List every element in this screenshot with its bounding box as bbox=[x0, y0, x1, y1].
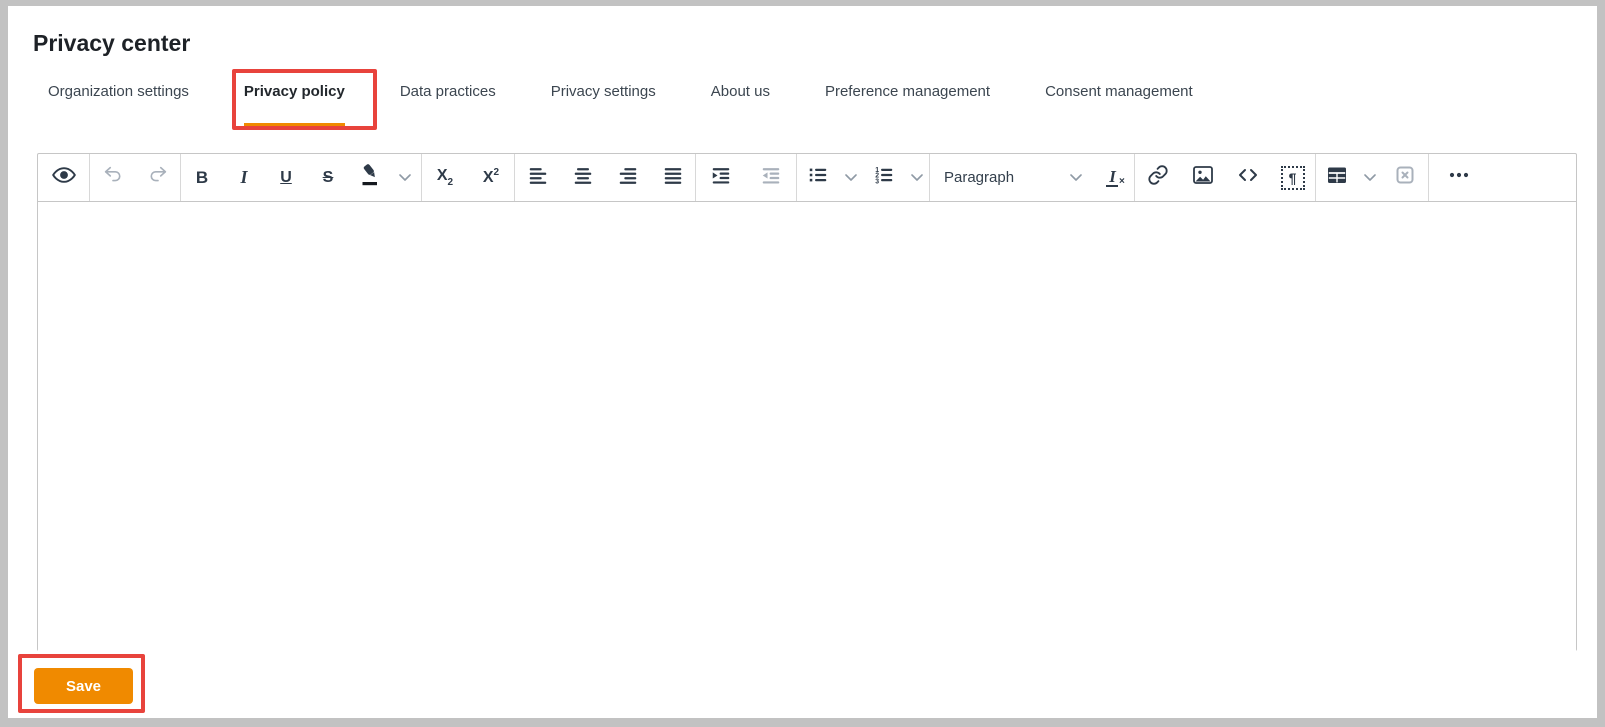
bulleted-list-icon bbox=[807, 164, 829, 191]
eye-icon bbox=[51, 162, 77, 193]
tab-data-practices[interactable]: Data practices bbox=[400, 82, 496, 126]
bulleted-list-button[interactable] bbox=[797, 154, 839, 201]
outdent-icon bbox=[760, 164, 782, 191]
save-button[interactable]: Save bbox=[34, 668, 133, 704]
bold-button[interactable]: B bbox=[181, 154, 223, 201]
align-right-icon bbox=[617, 164, 639, 191]
numbered-list-icon: 123 bbox=[873, 164, 895, 191]
redo-button[interactable] bbox=[135, 154, 180, 201]
italic-button[interactable]: I bbox=[223, 154, 265, 201]
strikethrough-button[interactable]: S bbox=[307, 154, 349, 201]
link-button[interactable] bbox=[1135, 154, 1180, 201]
code-icon bbox=[1236, 163, 1260, 192]
underline-button[interactable]: U bbox=[265, 154, 307, 201]
numbered-list-button[interactable]: 123 bbox=[863, 154, 905, 201]
paragraph-style-dropdown[interactable]: Paragraph bbox=[930, 154, 1090, 201]
remove-table-button[interactable] bbox=[1382, 154, 1428, 201]
tab-preference-management[interactable]: Preference management bbox=[825, 82, 990, 126]
insert-image-button[interactable] bbox=[1180, 154, 1225, 201]
underline-icon: U bbox=[280, 168, 292, 186]
subscript-icon: X2 bbox=[436, 167, 454, 188]
indent-button[interactable] bbox=[696, 154, 746, 201]
highlight-button[interactable] bbox=[349, 154, 393, 201]
justify-icon bbox=[662, 164, 684, 191]
paragraph-style-label: Paragraph bbox=[944, 169, 1015, 186]
remove-format-button[interactable]: I × bbox=[1090, 154, 1134, 201]
outdent-button[interactable] bbox=[746, 154, 796, 201]
link-icon bbox=[1147, 164, 1169, 191]
more-options-button[interactable] bbox=[1429, 154, 1489, 201]
undo-button[interactable] bbox=[90, 154, 135, 201]
editor-toolbar: B I U S X2 X2 1 2 3 Paragraph I × ¶ bbox=[38, 154, 1576, 202]
html-embed-button[interactable]: ¶ bbox=[1270, 154, 1315, 201]
editor-content-area[interactable] bbox=[38, 202, 1576, 651]
justify-button[interactable] bbox=[650, 154, 695, 201]
rich-text-editor: B I U S X2 X2 1 2 3 Paragraph I × ¶ bbox=[37, 153, 1577, 651]
highlight-dropdown-chevron[interactable] bbox=[393, 154, 417, 201]
align-left-icon bbox=[527, 164, 549, 191]
tab-privacy-policy[interactable]: Privacy policy bbox=[243, 82, 345, 126]
insert-table-button[interactable] bbox=[1316, 154, 1358, 201]
indent-icon bbox=[710, 164, 732, 191]
source-code-button[interactable] bbox=[1225, 154, 1270, 201]
align-right-button[interactable] bbox=[605, 154, 650, 201]
preview-button[interactable] bbox=[38, 154, 89, 201]
remove-cell-icon bbox=[1393, 163, 1417, 192]
align-center-button[interactable] bbox=[560, 154, 605, 201]
table-dropdown-chevron[interactable] bbox=[1358, 154, 1382, 201]
tab-consent-management[interactable]: Consent management bbox=[1045, 82, 1193, 126]
italic-icon: I bbox=[240, 167, 248, 187]
svg-text:3: 3 bbox=[875, 178, 879, 185]
align-left-button[interactable] bbox=[515, 154, 560, 201]
strikethrough-icon: S bbox=[322, 168, 334, 186]
page-title: Privacy center bbox=[33, 30, 191, 56]
ellipsis-icon bbox=[1447, 163, 1471, 192]
html-embed-icon: ¶ bbox=[1280, 165, 1305, 190]
tab-organization-settings[interactable]: Organization settings bbox=[48, 82, 189, 126]
superscript-icon: X2 bbox=[482, 166, 500, 186]
tab-about-us[interactable]: About us bbox=[711, 82, 770, 126]
bulleted-list-dropdown-chevron[interactable] bbox=[839, 154, 863, 201]
subscript-button[interactable]: X2 bbox=[422, 154, 468, 201]
redo-icon bbox=[147, 164, 169, 191]
align-center-icon bbox=[572, 164, 594, 191]
tab-bar: Organization settings Privacy policy Dat… bbox=[48, 82, 1193, 126]
screenshot-frame: Privacy center Organization settings Pri… bbox=[0, 0, 1605, 727]
remove-format-icon: I × bbox=[1106, 168, 1125, 187]
privacy-center-page: Privacy center Organization settings Pri… bbox=[8, 6, 1597, 718]
table-icon bbox=[1325, 163, 1349, 192]
bold-icon: B bbox=[195, 167, 209, 187]
superscript-button[interactable]: X2 bbox=[468, 154, 514, 201]
highlight-marker-icon bbox=[359, 163, 383, 192]
undo-icon bbox=[102, 164, 124, 191]
chevron-down-icon bbox=[1070, 169, 1082, 187]
tab-privacy-settings[interactable]: Privacy settings bbox=[551, 82, 656, 126]
image-icon bbox=[1191, 163, 1215, 192]
numbered-list-dropdown-chevron[interactable] bbox=[905, 154, 929, 201]
